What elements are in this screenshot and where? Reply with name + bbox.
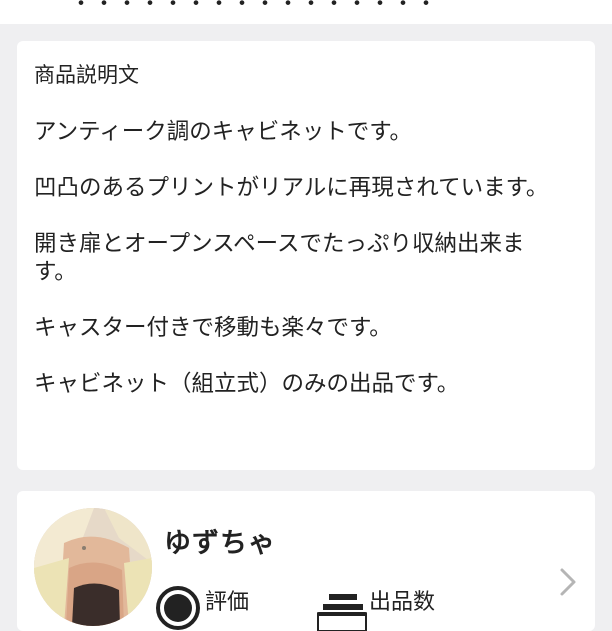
rating-circle-icon	[154, 584, 202, 631]
chevron-right-icon[interactable]	[557, 567, 581, 601]
previous-card-cut-text: ・・・・・・・・・・・・・・・・	[70, 0, 439, 17]
description-heading: 商品説明文	[34, 63, 139, 87]
description-body: アンティーク調のキャビネットです。 凹凸のあるプリントがリアルに再現されています…	[34, 118, 564, 426]
description-paragraph: アンティーク調のキャビネットです。	[34, 119, 413, 145]
description-paragraph: キャビネット（組立式）のみの出品です。	[34, 371, 460, 397]
description-paragraph: キャスター付きで移動も楽々です。	[34, 315, 392, 341]
description-paragraph: 開き扉とオープンスペースでたっぷり収納出来ます。	[34, 231, 525, 285]
rating-label: 評価	[205, 590, 250, 615]
seller-card[interactable]: ゆずちゃ 評価 出品数	[17, 491, 595, 631]
item-description-card: 商品説明文 アンティーク調のキャビネットです。 凹凸のあるプリントがリアルに再現…	[17, 41, 595, 470]
listings-label: 出品数	[369, 590, 436, 615]
seller-name[interactable]: ゆずちゃ	[164, 521, 276, 560]
description-paragraph: 凹凸のあるプリントがリアルに再現されています。	[34, 175, 549, 201]
avatar-photo	[34, 508, 152, 626]
seller-avatar[interactable]	[34, 508, 152, 626]
previous-card: ・・・・・・・・・・・・・・・・	[0, 0, 612, 24]
